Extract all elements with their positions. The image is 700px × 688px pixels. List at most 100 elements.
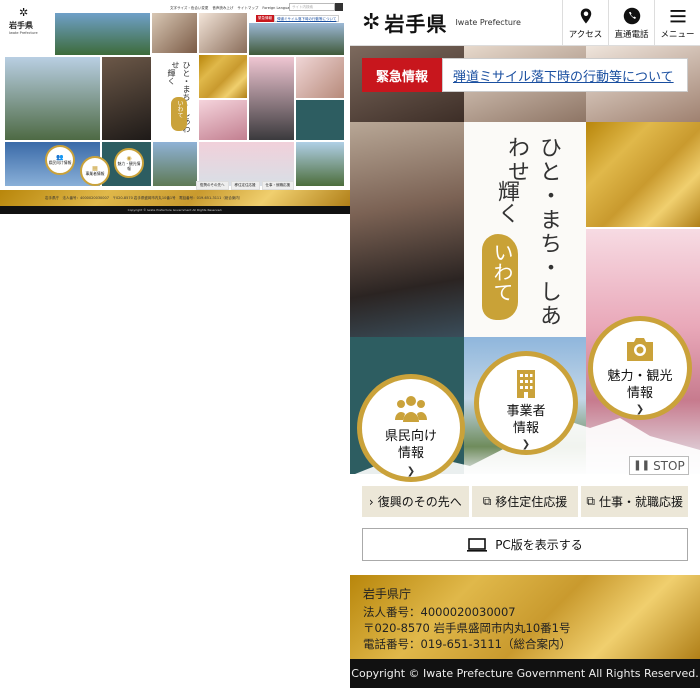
desktop-link-migration[interactable]: 移住定住応援	[230, 181, 260, 190]
teal-tile	[296, 100, 344, 140]
slideshow-stop-button[interactable]: ❚❚ STOP	[629, 456, 689, 475]
desktop-preview: ✲ 岩手県 Iwate Prefecture 文字サイズ・色合い変更 音声読み上…	[0, 0, 350, 220]
footer-details: 法人番号：4000020030007 〒020-8570 岩手県盛岡市内丸10番…	[363, 604, 571, 652]
desktop-emergency-link[interactable]: 弾道ミサイル落下時の行動等について	[274, 15, 340, 22]
catchphrase-panel: ひと・まち・しあわせ 輝く いわて	[464, 122, 586, 337]
utility-link[interactable]: 文字サイズ・色合い変更	[170, 6, 208, 11]
prefecture-emblem-icon: ✲	[362, 9, 381, 35]
photo-tile	[296, 142, 344, 186]
link-label: 復興のその先へ	[377, 495, 462, 509]
photo-tile	[5, 57, 100, 140]
external-link-icon: ⧉	[482, 494, 492, 508]
business-info-button[interactable]: 事業者 情報 ❯	[474, 351, 578, 455]
circle-label: 県民向け情報	[48, 160, 72, 165]
catch-line-3: いわて	[176, 100, 183, 118]
link-migration[interactable]: ⧉ 移住定住応援	[471, 486, 579, 517]
desktop-brand-name: 岩手県	[9, 21, 33, 30]
tourism-info-button[interactable]: 魅力・観光 情報 ❯	[588, 316, 692, 420]
desktop-business-button[interactable]: ▦ 事業者情報	[80, 156, 110, 186]
nav-menu-button[interactable]: メニュー	[654, 0, 700, 46]
residents-info-button[interactable]: 県民向け 情報 ❯	[357, 374, 465, 482]
pc-version-label: PC版を表示する	[495, 538, 583, 552]
utility-link[interactable]: 音声読み上げ	[212, 6, 233, 11]
catch-gold-blob: いわて	[482, 234, 518, 320]
photo-climber	[350, 122, 464, 337]
chevron-right-icon: ›	[368, 494, 374, 509]
utility-link[interactable]: サイトマップ	[237, 6, 258, 11]
photo-tile	[152, 13, 197, 53]
circle-label: 事業者情報	[85, 171, 105, 176]
monitor-icon	[467, 537, 488, 552]
catch-gold-blob: いわて	[171, 97, 187, 131]
desktop-tourism-button[interactable]: ◉ 魅力・観光情報	[114, 148, 144, 178]
footer-phone: 電話番号：019-651-3111（総合案内）	[363, 637, 571, 651]
desktop-search-input[interactable]: サイト内検索	[289, 3, 335, 11]
map-pin-icon	[580, 8, 591, 23]
photo-tile	[249, 57, 294, 140]
desktop-emergency-banner[interactable]: 緊急情報 弾道ミサイル落下時の行動等について	[256, 15, 340, 22]
catch-line-3: いわて	[490, 242, 514, 302]
photo-tile	[296, 57, 344, 98]
footer-address: 〒020-8570 岩手県盛岡市内丸10番1号	[363, 621, 571, 635]
site-logo[interactable]: ✲ 岩手県 Iwate Prefecture	[362, 8, 521, 37]
desktop-copyright: Copyright © Iwate Prefecture Government …	[0, 206, 350, 214]
photo-tile	[102, 57, 151, 140]
nav-label: 直通電話	[614, 29, 649, 40]
gold-tile	[586, 122, 700, 227]
stop-label: STOP	[653, 458, 685, 473]
chevron-right-icon: ❯	[406, 466, 416, 477]
footer-corp-number: 法人番号：4000020030007	[363, 605, 516, 619]
people-icon	[395, 396, 427, 422]
nav-phone-button[interactable]: 直通電話	[608, 0, 654, 46]
catch-line-2: 輝く	[494, 180, 519, 224]
circle-label: 魅力・観光情報	[117, 160, 141, 171]
footer-org-name: 岩手県庁	[363, 587, 412, 601]
desktop-residents-button[interactable]: 👥 県民向け情報	[45, 145, 75, 175]
mobile-preview: ひと・まち・しあわせ 輝く いわて ✲ 岩手県 Iwate Prefecture…	[350, 0, 700, 688]
brand-name: 岩手県	[384, 12, 448, 36]
catch-line-2: 輝く	[167, 69, 176, 85]
mobile-footer: 岩手県庁 法人番号：4000020030007 〒020-8570 岩手県盛岡市…	[350, 575, 700, 659]
desktop-search-button[interactable]	[335, 3, 343, 11]
nav-access-button[interactable]: アクセス	[562, 0, 608, 46]
mobile-header: ✲ 岩手県 Iwate Prefecture アクセス 直通電話 メニュー	[350, 0, 700, 46]
desktop-logo[interactable]: ✲ 岩手県 Iwate Prefecture	[5, 6, 47, 38]
emergency-banner: 緊急情報 弾道ミサイル落下時の行動等について	[362, 58, 688, 92]
desktop-footer: 岩手県庁 法人番号：4000020030007 〒020-8570 岩手県盛岡市…	[0, 190, 350, 206]
desktop-emergency-label: 緊急情報	[256, 15, 274, 22]
chevron-right-icon: ❯	[635, 404, 645, 415]
chevron-right-icon: ❯	[521, 439, 531, 450]
phone-icon	[623, 7, 640, 24]
link-jobs[interactable]: ⧉ 仕事・就職応援	[581, 486, 689, 517]
quick-links: › 復興のその先へ ⧉ 移住定住応援 ⧉ 仕事・就職応援	[362, 486, 689, 517]
emergency-label: 緊急情報	[362, 58, 442, 92]
link-label: 仕事・就職応援	[598, 495, 683, 509]
photo-tile	[153, 142, 197, 186]
link-label: 移住定住応援	[495, 495, 568, 509]
circle-label: 県民向け 情報	[384, 429, 437, 461]
gold-tile	[199, 55, 247, 98]
photo-tile	[249, 23, 344, 55]
pc-version-button[interactable]: PC版を表示する	[362, 528, 688, 561]
emergency-link[interactable]: 弾道ミサイル落下時の行動等について	[442, 58, 688, 92]
external-link-icon: ⧉	[586, 494, 595, 508]
desktop-brand-sub: Iwate Prefecture	[9, 31, 38, 35]
camera-icon	[627, 338, 653, 361]
photo-tile	[199, 13, 247, 53]
copyright: Copyright © Iwate Prefecture Government …	[350, 659, 700, 688]
brand-sub: Iwate Prefecture	[455, 18, 521, 27]
circle-label: 事業者 情報	[506, 404, 546, 436]
building-icon	[517, 370, 535, 398]
nav-label: アクセス	[568, 29, 603, 40]
desktop-link-jobs[interactable]: 仕事・就職応援	[261, 181, 294, 190]
nav-label: メニュー	[660, 29, 695, 40]
desktop-footer-text: 岩手県庁 法人番号：4000020030007 〒020-8570 岩手県盛岡市…	[45, 196, 243, 200]
desktop-bottom-links: 復興のその先へ 移住定住応援 仕事・就職応援	[196, 181, 294, 190]
desktop-catchphrase: ひと・まち・しあわせ 輝く いわて	[153, 55, 197, 140]
prefecture-emblem-icon: ✲	[19, 6, 29, 19]
pause-icon: ❚❚	[633, 460, 651, 471]
link-revival[interactable]: › 復興のその先へ	[362, 486, 469, 517]
photo-tile	[55, 13, 150, 55]
photo-tile	[199, 100, 247, 140]
desktop-link-revival[interactable]: 復興のその先へ	[196, 181, 229, 190]
